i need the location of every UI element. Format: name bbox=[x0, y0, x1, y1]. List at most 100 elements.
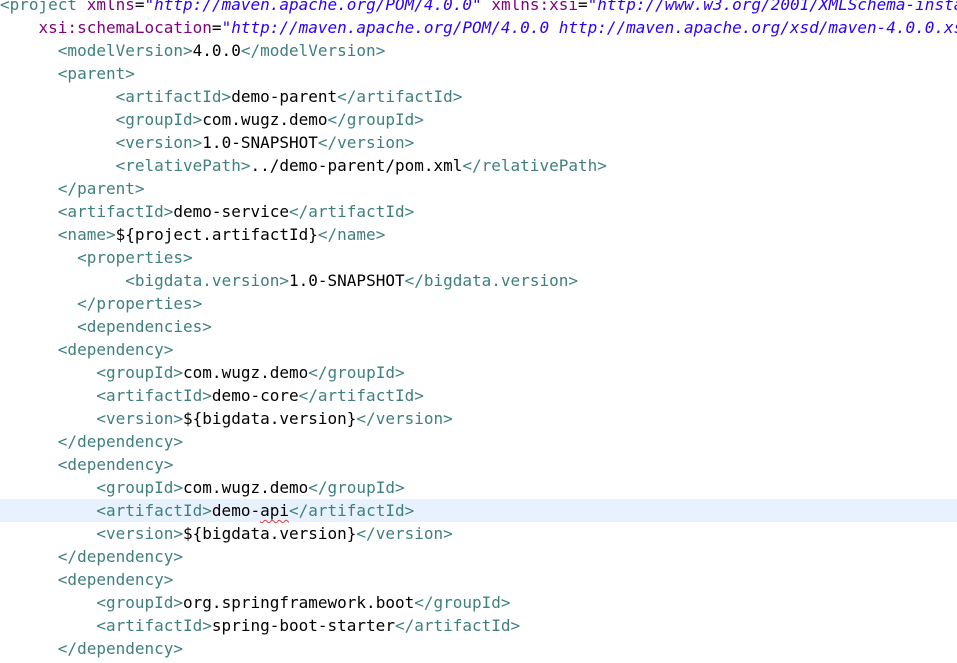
code-line[interactable]: <modelVersion>4.0.0</modelVersion> bbox=[0, 39, 957, 62]
code-token-tag: <name> bbox=[57, 225, 116, 244]
code-line[interactable]: </parent> bbox=[0, 177, 957, 200]
code-line[interactable]: <dependencies> bbox=[0, 315, 957, 338]
code-token-tag: </groupId> bbox=[327, 110, 424, 129]
code-token-tag: <properties> bbox=[77, 248, 193, 267]
code-token-tag: <version> bbox=[96, 524, 184, 543]
code-line[interactable]: <groupId>org.springframework.boot</group… bbox=[0, 591, 957, 614]
code-token-tag: <groupId> bbox=[115, 110, 203, 129]
code-token-text: = bbox=[211, 18, 222, 37]
code-token-tag: <dependencies> bbox=[77, 317, 212, 336]
code-token-tag: </groupId> bbox=[308, 478, 405, 497]
code-token-tag: </artifactId> bbox=[289, 501, 415, 520]
code-token-text: = bbox=[134, 0, 145, 14]
code-token-text: ../demo-parent/pom.xml bbox=[250, 156, 463, 175]
code-token-tag: </modelVersion> bbox=[240, 41, 386, 60]
code-token-text: ${bigdata.version} bbox=[183, 524, 357, 543]
code-token-tag: </bigdata.version> bbox=[404, 271, 578, 290]
code-line[interactable]: <groupId>com.wugz.demo</groupId> bbox=[0, 476, 957, 499]
code-token-tag: <groupId> bbox=[96, 363, 184, 382]
code-token-tag: </name> bbox=[317, 225, 386, 244]
code-line[interactable]: </dependency> bbox=[0, 637, 957, 660]
code-token-tag: <artifactId> bbox=[115, 87, 232, 106]
code-token-tag: <artifactId> bbox=[96, 501, 212, 520]
code-token-tag: <artifactId> bbox=[57, 202, 174, 221]
code-token-tag: </dependency> bbox=[57, 432, 184, 451]
code-token-tag: </parent> bbox=[57, 179, 145, 198]
code-token-tag: <artifactId> bbox=[96, 616, 212, 635]
code-line[interactable]: <version>${bigdata.version}</version> bbox=[0, 407, 957, 430]
code-line[interactable]: <name>${project.artifactId}</name> bbox=[0, 223, 957, 246]
code-token-str: "http://maven.apache.org/POM/4.0.0 http:… bbox=[221, 18, 957, 37]
code-token-text: demo-parent bbox=[231, 87, 338, 106]
code-line[interactable]: <dependency> bbox=[0, 338, 957, 361]
code-editor[interactable]: <project xmlns="http://maven.apache.org/… bbox=[0, 0, 957, 663]
code-token-text: ${project.artifactId} bbox=[115, 225, 318, 244]
code-line[interactable]: <artifactId>spring-boot-starter</artifac… bbox=[0, 614, 957, 637]
code-line[interactable]: <version>1.0-SNAPSHOT</version> bbox=[0, 131, 957, 154]
code-line[interactable]: </dependency> bbox=[0, 430, 957, 453]
code-token-text: org.springframework.boot bbox=[183, 593, 415, 612]
code-token-tag: <modelVersion> bbox=[57, 41, 193, 60]
code-token-text: ${bigdata.version} bbox=[183, 409, 357, 428]
code-token-text: demo-core bbox=[211, 386, 299, 405]
code-line[interactable]: <artifactId>demo-core</artifactId> bbox=[0, 384, 957, 407]
code-token-text: com.wugz.demo bbox=[183, 363, 309, 382]
code-line[interactable]: <parent> bbox=[0, 62, 957, 85]
code-token-tag: </properties> bbox=[77, 294, 203, 313]
code-line[interactable]: <relativePath>../demo-parent/pom.xml</re… bbox=[0, 154, 957, 177]
code-token-str: "http://maven.apache.org/POM/4.0.0" bbox=[144, 0, 482, 14]
code-line[interactable]: <bigdata.version>1.0-SNAPSHOT</bigdata.v… bbox=[0, 269, 957, 292]
code-line[interactable]: </dependency> bbox=[0, 545, 957, 568]
code-line[interactable]: <version>${bigdata.version}</version> bbox=[0, 522, 957, 545]
code-token-tag: <relativePath> bbox=[115, 156, 251, 175]
code-token-str: "http://www.w3.org/2001/XMLSchema-instan… bbox=[587, 0, 957, 14]
code-token-tag: </artifactId> bbox=[298, 386, 424, 405]
code-line[interactable]: <dependency> bbox=[0, 453, 957, 476]
code-token-text: demo- bbox=[211, 501, 261, 520]
code-token-tag: <dependency> bbox=[57, 340, 174, 359]
code-line[interactable]: <project xmlns="http://maven.apache.org/… bbox=[0, 0, 957, 16]
code-token-tag: <version> bbox=[96, 409, 184, 428]
code-line[interactable]: <groupId>com.wugz.demo</groupId> bbox=[0, 108, 957, 131]
code-token-text: = bbox=[578, 0, 588, 14]
code-line[interactable]: <artifactId>demo-parent</artifactId> bbox=[0, 85, 957, 108]
code-line[interactable]: <artifactId>demo-api</artifactId> bbox=[0, 499, 957, 522]
code-line[interactable]: <artifactId>demo-service</artifactId> bbox=[0, 200, 957, 223]
code-line[interactable]: <properties> bbox=[0, 246, 957, 269]
code-line[interactable]: </properties> bbox=[0, 292, 957, 315]
code-token-attr: xmlns:xsi bbox=[491, 0, 579, 14]
code-token-tag: </artifactId> bbox=[337, 87, 463, 106]
code-token-text: 1.0-SNAPSHOT bbox=[289, 271, 405, 290]
code-token-text: com.wugz.demo bbox=[202, 110, 328, 129]
code-token-tag: <groupId> bbox=[96, 593, 184, 612]
code-token-attr: xsi:schemaLocation bbox=[38, 18, 212, 37]
code-line[interactable]: <groupId>com.wugz.demo</groupId> bbox=[0, 361, 957, 384]
code-token-tag: </groupId> bbox=[308, 363, 405, 382]
code-line[interactable]: xsi:schemaLocation="http://maven.apache.… bbox=[0, 16, 957, 39]
code-token-tag: <project bbox=[0, 0, 87, 14]
code-token-tag: <bigdata.version> bbox=[125, 271, 289, 290]
code-line[interactable]: <dependency> bbox=[0, 568, 957, 591]
code-token-text: demo-service bbox=[173, 202, 289, 221]
code-token-tag: <groupId> bbox=[96, 478, 184, 497]
